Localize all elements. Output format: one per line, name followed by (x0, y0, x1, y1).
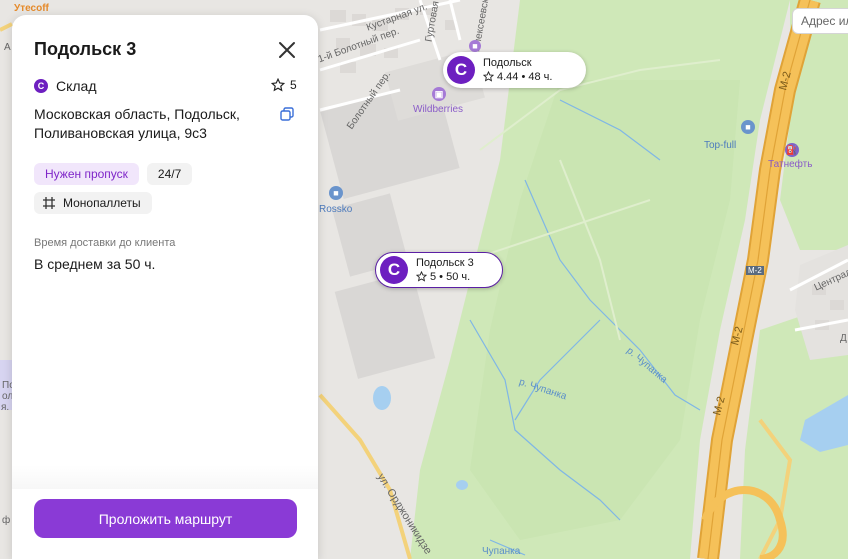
warehouse-marker[interactable]: C Подольск 4.44 • 48 ч. (443, 52, 586, 88)
panel-title: Подольск 3 (34, 39, 137, 59)
warehouse-type: C Склад (34, 78, 97, 94)
warehouse-logo-icon: C (34, 79, 48, 93)
star-icon (271, 78, 285, 92)
fuel-station-poi-icon[interactable]: ⛽ (785, 143, 799, 157)
delivery-time-label: Время доставки до клиента (34, 237, 176, 249)
tatneft-poi-label[interactable]: Татнефть (768, 159, 812, 170)
marker-name: Подольск 3 (416, 256, 474, 269)
warehouse-address: Московская область, Подольск, Поливановс… (34, 106, 240, 141)
type-label: Склад (56, 78, 97, 94)
hours-tag: 24/7 (146, 163, 193, 185)
panel-footer-divider (12, 465, 318, 489)
warehouse-marker-selected[interactable]: C Подольск 3 5 • 50 ч. (375, 252, 503, 288)
rating-value: 5 (290, 78, 297, 92)
marker-name: Подольск (483, 56, 532, 69)
rating: 5 (271, 78, 297, 92)
marker-meta: 5 • 50 ч. (430, 270, 471, 283)
pass-required-tag: Нужен пропуск (34, 163, 139, 185)
close-icon[interactable] (276, 39, 298, 61)
marker-meta: 4.44 • 48 ч. (497, 70, 553, 83)
rossko-poi-label[interactable]: Rossko (319, 204, 352, 215)
topfull-poi-label[interactable]: Top-full (704, 140, 736, 151)
wildberries-poi-label[interactable]: Wildberries (413, 104, 463, 115)
warehouse-logo-icon: C (447, 56, 475, 84)
address-search-input[interactable]: Адрес или (792, 8, 848, 34)
pallet-tag: Монопаллеты (34, 192, 152, 214)
tags-row: Нужен пропуск 24/7 (34, 163, 193, 185)
star-icon (416, 271, 427, 282)
star-icon (483, 71, 494, 82)
pallet-icon (43, 197, 55, 209)
warehouse-logo-icon: C (380, 256, 408, 284)
copy-icon[interactable] (280, 107, 294, 121)
store-poi-icon[interactable]: ■ (469, 40, 481, 52)
store-poi-icon[interactable]: ■ (741, 120, 755, 134)
build-route-button[interactable]: Проложить маршрут (34, 499, 297, 538)
wildberries-poi-icon[interactable]: ▣ (432, 87, 446, 101)
car-service-poi-icon[interactable]: ■ (329, 186, 343, 200)
delivery-time-value: В среднем за 50 ч. (34, 256, 156, 272)
pallet-tag-label: Монопаллеты (63, 196, 141, 210)
warehouse-info-panel: Подольск 3 C Склад 5 Московская область,… (12, 15, 318, 559)
